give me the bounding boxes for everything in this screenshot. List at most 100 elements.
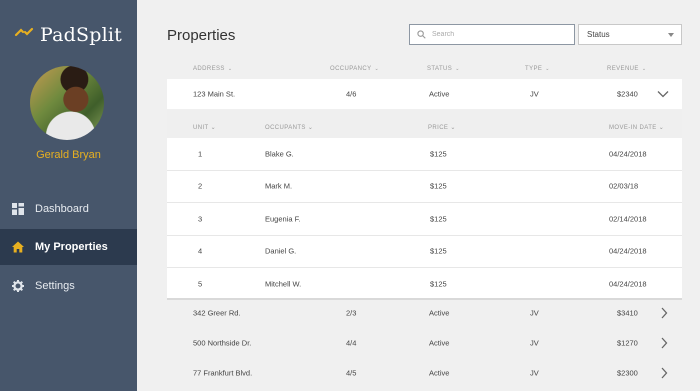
unit-row[interactable]: 1 Blake G. $125 04/24/2018 [167,138,682,171]
status-filter-value: Status [587,30,610,39]
column-header-label: REVENUE [607,66,639,72]
user-name: Gerald Bryan [36,149,101,161]
column-header-occupants[interactable]: OCCUPANTS ⌄ [265,124,313,131]
table-row[interactable]: 77 Frankfurt Blvd. 4/5 Active JV $2300 [167,358,682,388]
gear-icon [12,280,24,292]
column-header-label: MOVE-IN DATE [609,125,657,131]
table-row-expanded[interactable]: 123 Main St. 4/6 Active JV $2340 [167,79,682,109]
cell-price: $125 [430,214,447,224]
column-header-unit[interactable]: UNIT ⌄ [193,124,216,131]
cell-revenue: $2300 [617,368,638,378]
chevron-right-icon[interactable] [660,367,668,379]
chevron-right-icon[interactable] [660,307,668,319]
cell-address: 77 Frankfurt Blvd. [193,368,253,378]
cell-unit: 2 [198,181,203,191]
cell-type: JV [530,308,539,318]
cell-occupancy: 4/4 [346,338,357,348]
cell-price: $125 [430,246,447,256]
avatar[interactable] [30,66,104,140]
cell-status: Active [429,89,450,99]
padsplit-logo-icon [14,22,34,47]
cell-occupant: Eugenia F. [265,214,301,224]
column-header-label: UNIT [193,125,209,131]
cell-type: JV [530,368,539,378]
sidebar-item-dashboard[interactable]: Dashboard [0,191,137,227]
column-header-label: OCCUPANCY [330,66,372,72]
search-input[interactable] [432,31,562,38]
cell-price: $125 [430,279,447,289]
sort-icon: ⌄ [227,66,233,72]
table-row[interactable]: 342 Greer Rd. 2/3 Active JV $3410 [167,298,682,328]
sidebar-item-label: My Properties [35,241,108,253]
brand-name: PadSplit [40,23,122,46]
sort-icon: ⌄ [208,125,216,131]
column-header-address[interactable]: ADDRESS ⌄ [193,66,232,72]
cell-move-in: 02/03/18 [609,181,639,191]
cell-type: JV [530,338,539,348]
cell-type: JV [530,89,539,99]
cell-occupant: Daniel G. [265,246,297,256]
cell-revenue: $1270 [617,338,638,348]
cell-occupant: Mark M. [265,181,293,191]
cell-price: $125 [430,181,447,191]
cell-status: Active [429,338,450,348]
cell-status: Active [429,308,450,318]
page-title: Properties [167,27,236,44]
cell-price: $125 [430,149,447,159]
sidebar: PadSplit Gerald Bryan Dashboard My Prope… [0,0,137,391]
home-icon [12,241,24,253]
cell-address: 500 Northside Dr. [193,338,252,348]
cell-occupancy: 2/3 [346,308,357,318]
sort-icon: ⌄ [305,125,314,131]
cell-unit: 3 [198,214,203,224]
unit-row[interactable]: 2 Mark M. $125 02/03/18 [167,171,682,203]
sort-icon: ⌄ [374,66,380,72]
sidebar-item-label: Dashboard [35,203,89,215]
cell-address: 123 Main St. [193,89,236,99]
column-header-occupancy[interactable]: OCCUPANCY ⌄ [330,66,379,72]
column-header-label: STATUS [427,66,453,72]
status-filter-dropdown[interactable]: Status [578,24,682,45]
sidebar-item-my-properties[interactable]: My Properties [0,229,137,265]
chevron-down-icon[interactable] [657,90,669,98]
dashboard-icon [12,203,24,215]
cell-move-in: 04/24/2018 [609,246,647,256]
unit-row[interactable]: 3 Eugenia F. $125 02/14/2018 [167,203,682,236]
column-header-price[interactable]: PRICE ⌄ [428,124,456,131]
column-header-revenue[interactable]: REVENUE ⌄ [607,66,646,72]
search-icon [417,26,432,44]
cell-unit: 5 [198,279,203,289]
sort-icon: ⌄ [448,125,456,131]
unit-row[interactable]: 5 Mitchell W. $125 04/24/2018 [167,268,682,301]
cell-revenue: $2340 [617,89,638,99]
brand-logo[interactable]: PadSplit [14,22,122,47]
sort-icon: ⌄ [545,66,550,72]
cell-unit: 4 [198,246,203,256]
units-header-bar [167,110,682,138]
cell-unit: 1 [198,149,203,159]
chevron-right-icon[interactable] [660,337,668,349]
cell-address: 342 Greer Rd. [193,308,241,318]
column-header-type[interactable]: TYPE ⌄ [525,66,550,72]
cell-move-in: 02/14/2018 [609,214,647,224]
column-header-label: OCCUPANTS [265,125,306,131]
cell-move-in: 04/24/2018 [609,149,647,159]
sort-icon: ⌄ [455,66,460,72]
cell-revenue: $3410 [617,308,638,318]
cell-occupant: Blake G. [265,149,294,159]
column-header-label: PRICE [428,125,449,131]
cell-occupancy: 4/6 [346,89,357,99]
sort-icon: ⌄ [641,66,647,72]
column-header-label: ADDRESS [193,66,225,72]
column-header-move-in-date[interactable]: MOVE-IN DATE ⌄ [609,124,664,131]
sidebar-item-settings[interactable]: Settings [0,268,137,304]
column-header-label: TYPE [525,66,543,72]
unit-row[interactable]: 4 Daniel G. $125 04/24/2018 [167,236,682,268]
search-box[interactable] [409,24,575,45]
sidebar-item-label: Settings [35,280,75,292]
column-header-status[interactable]: STATUS ⌄ [427,66,460,72]
table-row[interactable]: 500 Northside Dr. 4/4 Active JV $1270 [167,328,682,358]
sort-icon: ⌄ [656,125,665,131]
main-content: Properties Status ADDRESS⌄ OCCUPANCY⌄ ST… [137,0,700,391]
cell-move-in: 04/24/2018 [609,279,647,289]
